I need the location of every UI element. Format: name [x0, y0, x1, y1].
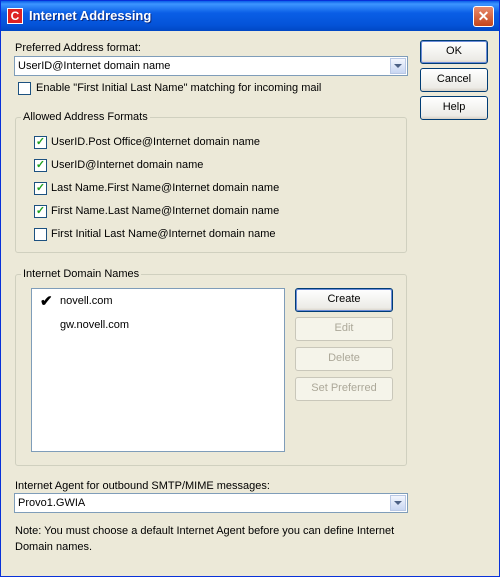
internet-agent-value: Provo1.GWIA	[18, 497, 86, 509]
format-checkbox-firstname-lastname[interactable]: ✓	[34, 205, 47, 218]
format-label-userid: UserID@Internet domain name	[51, 159, 204, 171]
app-icon: C	[7, 8, 23, 24]
domain-name: gw.novell.com	[60, 319, 130, 331]
close-button[interactable]: ✕	[473, 6, 494, 27]
window-title: Internet Addressing	[29, 8, 152, 23]
edit-button[interactable]: Edit	[295, 317, 393, 341]
first-initial-matching-checkbox[interactable]	[18, 82, 31, 95]
help-button[interactable]: Help	[420, 96, 488, 120]
internet-agent-label: Internet Agent for outbound SMTP/MIME me…	[15, 480, 270, 492]
close-icon: ✕	[477, 8, 490, 24]
first-initial-matching-label: Enable "First Initial Last Name" matchin…	[36, 82, 322, 94]
format-label-userid-postoffice: UserID.Post Office@Internet domain name	[51, 136, 261, 148]
note-text-line1: Note: You must choose a default Internet…	[15, 525, 395, 537]
preferred-format-select[interactable]: UserID@Internet domain name	[14, 56, 408, 76]
allowed-formats-title: Allowed Address Formats	[21, 111, 150, 123]
ok-button[interactable]: OK	[420, 40, 488, 64]
list-item[interactable]: gw.novell.com	[32, 315, 282, 335]
preferred-format-label: Preferred Address format:	[15, 42, 141, 54]
cancel-button[interactable]: Cancel	[420, 68, 488, 92]
create-button[interactable]: Create	[295, 288, 393, 312]
domain-names-title: Internet Domain Names	[21, 268, 142, 280]
list-item[interactable]: ✔ novell.com	[32, 291, 282, 311]
format-label-first-initial: First Initial Last Name@Internet domain …	[51, 228, 276, 240]
delete-button[interactable]: Delete	[295, 347, 393, 371]
title-bar[interactable]: C Internet Addressing ✕	[1, 1, 499, 31]
note-text-line2: Domain names.	[15, 541, 93, 553]
format-checkbox-lastname-firstname[interactable]: ✓	[34, 182, 47, 195]
dropdown-arrow-icon[interactable]	[390, 495, 406, 511]
format-label-lastname-firstname: Last Name.First Name@Internet domain nam…	[51, 182, 280, 194]
format-checkbox-userid-postoffice[interactable]: ✓	[34, 136, 47, 149]
domain-name: novell.com	[60, 295, 113, 307]
internet-addressing-dialog: C Internet Addressing ✕ Preferred Addres…	[0, 0, 500, 577]
preferred-format-value: UserID@Internet domain name	[18, 60, 171, 72]
set-preferred-button[interactable]: Set Preferred	[295, 377, 393, 401]
format-label-firstname-lastname: First Name.Last Name@Internet domain nam…	[51, 205, 280, 217]
internet-agent-select[interactable]: Provo1.GWIA	[14, 493, 408, 513]
dropdown-arrow-icon[interactable]	[390, 58, 406, 74]
domain-names-list[interactable]: ✔ novell.com gw.novell.com	[31, 288, 285, 452]
preferred-check-icon: ✔	[40, 293, 53, 310]
format-checkbox-userid[interactable]: ✓	[34, 159, 47, 172]
format-checkbox-first-initial[interactable]	[34, 228, 47, 241]
